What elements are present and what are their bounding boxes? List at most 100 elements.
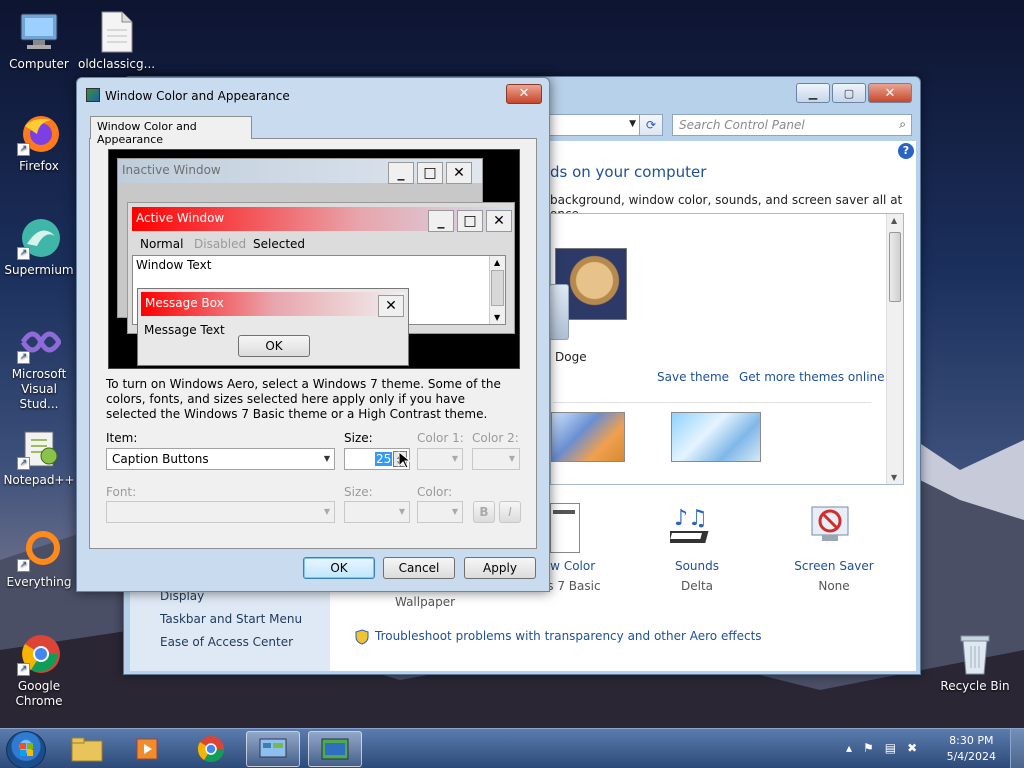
chevron-down-icon: ▼ — [451, 507, 458, 516]
scroll-down-icon: ▼ — [494, 313, 501, 322]
window-color-icon — [321, 738, 349, 760]
shortcut-arrow-icon: ↗ — [17, 351, 30, 364]
mouse-cursor-icon — [398, 451, 410, 469]
preview-minimize-icon: _ — [388, 162, 414, 184]
preview-close-icon: ✕ — [378, 295, 404, 317]
window-color-icon[interactable] — [550, 503, 580, 553]
font-select[interactable]: ▼ — [106, 501, 335, 523]
desktop-icon-firefox[interactable]: ↗ Firefox — [1, 112, 77, 174]
visual-studio-icon: ↗ — [17, 320, 62, 364]
dialog-close-button[interactable]: ✕ — [506, 84, 542, 104]
close-button[interactable]: ✕ — [868, 83, 912, 103]
desktop-icon-label: Computer — [9, 57, 69, 71]
clock[interactable]: 8:30 PM 5/4/2024 — [947, 733, 996, 765]
desktop-icon-recycle-bin[interactable]: Recycle Bin — [937, 632, 1013, 694]
desktop-icon-notepadpp[interactable]: ↗ Notepad++ — [1, 426, 77, 488]
desktop-icon-label: Notepad++ — [3, 473, 75, 487]
high-contrast-theme-thumbnail[interactable] — [671, 412, 761, 462]
desktop: Computer oldclassicg... ↗ Firefox ↗ Supe… — [0, 0, 1024, 728]
computer-icon — [17, 10, 61, 54]
desktop-icon-label: Microsoft Visual Stud... — [11, 367, 67, 411]
search-input[interactable]: Search Control Panel ⌕ — [672, 114, 912, 136]
troubleshoot-link[interactable]: Troubleshoot problems with transparency … — [375, 629, 762, 643]
file-icon — [94, 10, 138, 54]
desktop-icon-label: Recycle Bin — [940, 679, 1010, 693]
volume-muted-icon[interactable]: ✖ — [907, 741, 917, 755]
desktop-icon-visual-studio[interactable]: ↗ Microsoft Visual Stud... — [1, 320, 77, 412]
shortcut-arrow-icon: ↗ — [17, 457, 30, 470]
scrollbar[interactable]: ▲ ▼ — [886, 214, 903, 484]
appearance-preview: Inactive Window _ □ ✕ Active Window _ □ … — [108, 149, 520, 369]
desktop-icon-label: oldclassicg... — [78, 57, 156, 71]
size-label: Size: — [344, 431, 373, 445]
sounds-icon[interactable]: ♪♫ — [665, 503, 722, 553]
scroll-up-icon[interactable]: ▲ — [891, 216, 897, 225]
theme-name[interactable]: Doge — [555, 350, 587, 364]
chevron-down-icon: ▼ — [323, 507, 330, 516]
taskbar-media-player[interactable] — [122, 731, 176, 767]
flag-icon[interactable]: ⚑ — [863, 741, 874, 755]
color1-label: Color 1: — [417, 431, 464, 445]
desktop-icon-computer[interactable]: Computer — [1, 10, 77, 72]
cancel-button[interactable]: Cancel — [383, 557, 455, 579]
refresh-icon[interactable]: ⟳ — [639, 114, 663, 136]
font-size-select[interactable]: ▼ — [344, 501, 410, 523]
basic-theme-thumbnail[interactable] — [551, 412, 625, 462]
window-color-icon — [86, 88, 100, 102]
tab-window-color[interactable]: Window Color and Appearance — [90, 116, 252, 146]
desktop-icon-supermium[interactable]: ↗ Supermium — [1, 216, 77, 278]
preview-maximize-icon: □ — [417, 162, 443, 184]
sidebar-item-ease-of-access[interactable]: Ease of Access Center — [160, 635, 293, 649]
desktop-icon-file[interactable]: oldclassicg... — [78, 10, 156, 72]
desktop-icon-everything[interactable]: ↗ Everything — [1, 528, 77, 590]
themes-list[interactable]: Doge Save theme Get more themes online ▲… — [549, 213, 904, 485]
apply-button[interactable]: Apply — [464, 557, 536, 579]
recycle-bin-icon — [953, 632, 997, 676]
theme-card — [549, 284, 569, 340]
sounds-link[interactable]: Sounds — [642, 559, 752, 573]
taskbar-window-color[interactable] — [308, 731, 362, 767]
help-icon[interactable]: ? — [898, 143, 914, 159]
get-more-themes-link[interactable]: Get more themes online — [739, 370, 885, 384]
minimize-button[interactable]: ▁ — [796, 83, 830, 103]
screen-saver-link[interactable]: Screen Saver — [779, 559, 889, 573]
taskbar-chrome[interactable] — [184, 731, 238, 767]
font-color-picker[interactable]: ▼ — [417, 501, 463, 523]
sounds-sub: Delta — [680, 579, 713, 593]
desktop-icon-chrome[interactable]: ↗ Google Chrome — [1, 632, 77, 709]
search-icon[interactable]: ⌕ — [899, 117, 906, 132]
ok-button[interactable]: OK — [303, 557, 375, 579]
preview-close-icon: ✕ — [446, 162, 472, 184]
dialog-title: Window Color and Appearance — [105, 89, 290, 103]
svg-text:♪♫: ♪♫ — [674, 506, 708, 531]
save-theme-link[interactable]: Save theme — [657, 370, 729, 384]
bold-button[interactable]: B — [473, 501, 495, 523]
screen-saver-icon[interactable] — [806, 503, 858, 553]
sidebar-item-taskbar[interactable]: Taskbar and Start Menu — [160, 612, 302, 626]
preview-ok-button: OK — [238, 335, 310, 357]
taskbar-control-panel[interactable] — [246, 731, 300, 767]
taskbar: ▴ ⚑ ▤ ✖ 8:30 PM 5/4/2024 — [0, 728, 1024, 768]
item-select[interactable]: Caption Buttons ▼ — [106, 448, 335, 470]
page-title: ds on your computer — [550, 163, 707, 181]
active-title: Active Window — [132, 207, 512, 231]
color1-picker[interactable]: ▼ — [417, 448, 463, 470]
start-button[interactable] — [6, 731, 46, 768]
taskbar-explorer[interactable] — [60, 731, 114, 767]
scroll-thumb[interactable] — [889, 232, 901, 302]
scroll-down-icon[interactable]: ▼ — [891, 473, 897, 482]
maximize-button[interactable]: ▢ — [832, 83, 866, 103]
shortcut-arrow-icon: ↗ — [17, 247, 30, 260]
maximize-icon: ▢ — [843, 86, 855, 100]
chevron-down-icon[interactable]: ▼ — [629, 119, 636, 129]
control-panel-icon — [259, 738, 287, 758]
show-hidden-icons-icon[interactable]: ▴ — [846, 741, 852, 755]
aero-info-text: To turn on Windows Aero, select a Window… — [106, 377, 501, 421]
show-desktop-button[interactable] — [1010, 729, 1024, 768]
media-player-icon — [136, 738, 158, 760]
italic-button[interactable]: I — [499, 501, 521, 523]
chrome-icon: ↗ — [17, 632, 61, 676]
preview-scrollbar: ▲ ▼ — [489, 256, 505, 324]
network-icon[interactable]: ▤ — [885, 741, 896, 755]
color2-picker[interactable]: ▼ — [472, 448, 520, 470]
